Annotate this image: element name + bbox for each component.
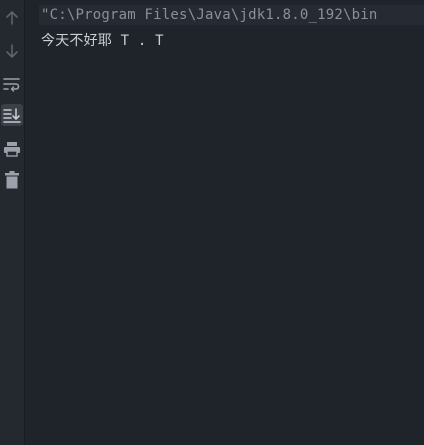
run-console-window: "C:\Program Files\Java\jdk1.8.0_192\bin … [0,0,424,445]
console-output-area[interactable]: "C:\Program Files\Java\jdk1.8.0_192\bin … [25,0,424,445]
soft-wrap-button[interactable] [1,73,23,95]
arrow-up-icon [6,11,18,25]
program-output-text: 今天不好耶 T . T [41,33,164,49]
scroll-down-button[interactable] [1,40,23,62]
clear-all-button[interactable] [1,169,23,191]
console-toolbar [0,0,25,445]
scroll-to-end-icon [3,108,21,123]
soft-wrap-icon [3,78,20,92]
command-line-text: "C:\Program Files\Java\jdk1.8.0_192\bin [39,5,424,25]
print-button[interactable] [1,138,23,160]
arrow-down-icon [6,44,18,58]
scroll-up-button[interactable] [1,7,23,29]
print-icon [4,142,20,157]
trash-icon [5,171,19,189]
scroll-to-end-button[interactable] [1,104,23,126]
